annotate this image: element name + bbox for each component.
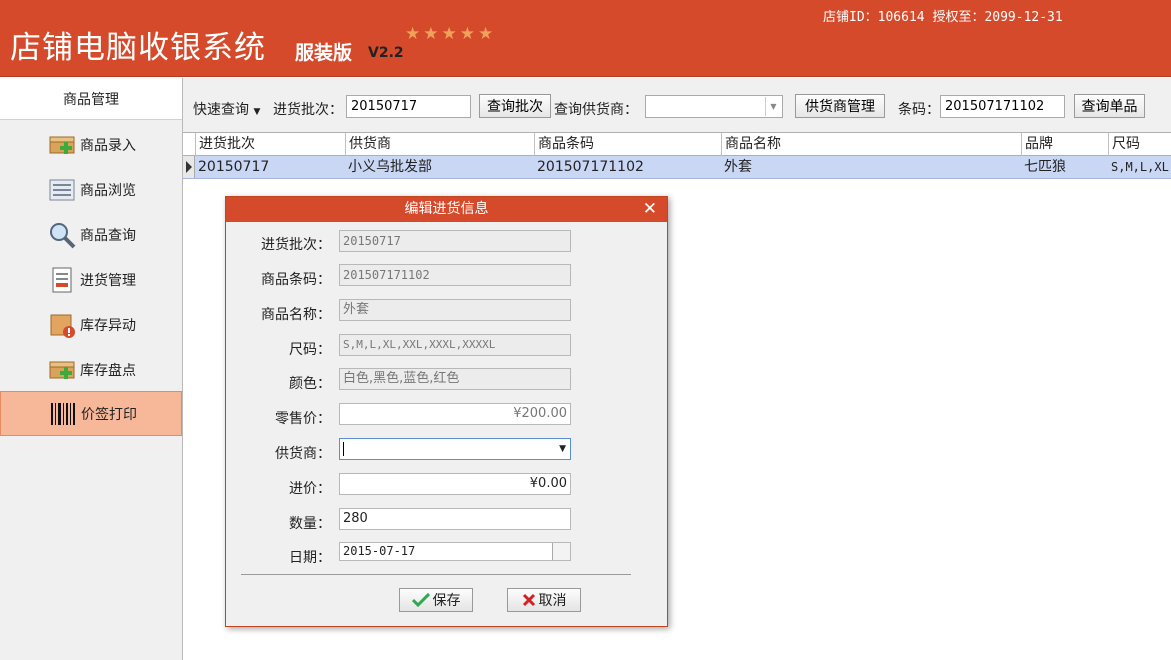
- cell: 20150717: [198, 159, 270, 175]
- cost-price-field[interactable]: ¥0.00: [339, 473, 571, 495]
- query-toolbar: 快速查询 ▼ 进货批次： 查询批次 查询供货商： ▼ 供货商管理 条码： 查询单…: [183, 78, 1171, 132]
- barcode-icon: [51, 402, 75, 425]
- supplier-query-label: 查询供货商：: [554, 102, 638, 118]
- cancel-button[interactable]: 取消: [507, 588, 581, 612]
- date-picker[interactable]: 2015-07-17: [339, 542, 571, 561]
- product-name-field: 外套: [339, 299, 571, 321]
- box-add-icon: [49, 136, 75, 154]
- sidebar-item-label: 商品浏览: [80, 182, 136, 199]
- field-label: 尺码：: [289, 342, 331, 358]
- sidebar-item-label: 库存异动: [80, 317, 136, 334]
- query-item-button[interactable]: 查询单品: [1074, 94, 1145, 118]
- cell: 201507171102: [537, 159, 644, 175]
- quantity-field[interactable]: 280: [339, 508, 571, 530]
- version-label: V2.2: [368, 45, 404, 61]
- field-label: 进价：: [289, 481, 331, 497]
- cell: 小义乌批发部: [348, 159, 432, 175]
- sidebar-item-stock-change[interactable]: 库存异动: [0, 302, 182, 347]
- barcode-label: 条码：: [898, 102, 940, 118]
- color-field: 白色,黑色,蓝色,红色: [339, 368, 571, 390]
- field-label: 商品条码：: [261, 272, 331, 288]
- app-header: 店铺电脑收银系统 服装版 V2.2 ★★★★★ 店铺ID：106614 授权至：…: [0, 0, 1171, 77]
- sidebar-item-label: 价签打印: [81, 406, 137, 423]
- sidebar-item-label: 商品录入: [80, 137, 136, 154]
- sidebar-item-product-entry[interactable]: 商品录入: [0, 122, 182, 167]
- row-indicator-icon: [183, 156, 195, 178]
- shop-info: 店铺ID：106614 授权至：2099-12-31: [823, 10, 1063, 25]
- table-row[interactable]: 20150717 小义乌批发部 201507171102 外套 七匹狼 S,M,…: [183, 156, 1171, 179]
- cell: 七匹狼: [1024, 159, 1066, 175]
- size-field: S,M,L,XL,XXL,XXXL,XXXXL: [339, 334, 571, 356]
- sidebar-item-price-tag[interactable]: 价签打印: [0, 391, 182, 436]
- cell: S,M,L,XL,: [1111, 160, 1171, 174]
- cross-icon: [522, 593, 535, 607]
- date-value: 2015-07-17: [343, 544, 416, 558]
- field-label: 数量：: [289, 516, 331, 532]
- cancel-label: 取消: [538, 593, 567, 609]
- field-label: 零售价：: [275, 411, 331, 427]
- edit-purchase-dialog: 编辑进货信息 ✕ 进货批次： 20150717 商品条码： 2015071711…: [225, 196, 668, 627]
- box-alert-icon: [50, 314, 75, 338]
- dialog-title: 编辑进货信息: [404, 201, 489, 217]
- save-label: 保存: [432, 593, 461, 609]
- field-label: 供货商：: [275, 446, 331, 462]
- batch-input[interactable]: [346, 95, 471, 118]
- field-label: 日期：: [289, 550, 331, 566]
- col-header[interactable]: 进货批次: [195, 133, 345, 156]
- query-batch-button[interactable]: 查询批次: [479, 94, 551, 118]
- col-header[interactable]: 供货商: [345, 133, 534, 156]
- save-button[interactable]: 保存: [399, 588, 473, 612]
- batch-field: 20150717: [339, 230, 571, 252]
- sidebar: 商品管理 商品录入 商品浏览 商品查询 进货管理 库存异动 库存盘点 价签打印: [0, 78, 183, 660]
- sidebar-item-label: 商品查询: [80, 227, 136, 244]
- edition-label: 服装版: [295, 42, 353, 64]
- grid-header: 进货批次 供货商 商品条码 商品名称 品牌 尺码: [183, 132, 1171, 156]
- sidebar-item-stock-count[interactable]: 库存盘点: [0, 347, 182, 392]
- field-label: 商品名称：: [261, 307, 331, 323]
- supplier-select[interactable]: ▼: [645, 95, 783, 118]
- calendar-icon[interactable]: [552, 543, 570, 560]
- supplier-mgmt-button[interactable]: 供货商管理: [795, 94, 885, 118]
- box-add-icon: [49, 361, 75, 379]
- sidebar-item-label: 库存盘点: [80, 362, 136, 379]
- sidebar-item-product-search[interactable]: 商品查询: [0, 212, 182, 257]
- sidebar-item-label: 进货管理: [80, 272, 136, 289]
- cell: 外套: [724, 159, 752, 175]
- sidebar-item-product-browse[interactable]: 商品浏览: [0, 167, 182, 212]
- list-icon: [49, 179, 75, 200]
- batch-label: 进货批次：: [273, 102, 343, 118]
- dialog-title-bar: 编辑进货信息 ✕: [226, 197, 667, 222]
- barcode-field: 201507171102: [339, 264, 571, 286]
- rating-stars: ★★★★★: [405, 24, 497, 44]
- chevron-down-icon: ▼: [765, 97, 781, 116]
- close-icon[interactable]: ✕: [643, 197, 657, 222]
- col-header[interactable]: 品牌: [1021, 133, 1108, 156]
- col-header[interactable]: 尺码: [1108, 133, 1171, 156]
- magnifier-icon: [50, 222, 76, 248]
- dialog-divider: [241, 574, 631, 575]
- col-header[interactable]: 商品名称: [721, 133, 1021, 156]
- quick-query-dropdown[interactable]: 快速查询 ▼: [193, 99, 260, 119]
- caret-down-icon: ▼: [253, 107, 261, 117]
- supplier-dropdown[interactable]: ▼: [339, 438, 571, 460]
- field-label: 进货批次：: [261, 237, 331, 253]
- col-header[interactable]: 商品条码: [534, 133, 721, 156]
- barcode-input[interactable]: [940, 95, 1065, 118]
- chevron-down-icon: ▼: [559, 444, 566, 454]
- sidebar-header[interactable]: 商品管理: [0, 78, 182, 120]
- app-title: 店铺电脑收银系统: [10, 30, 266, 66]
- retail-price-field[interactable]: ¥200.00: [339, 403, 571, 425]
- checkmark-icon: [411, 593, 430, 607]
- field-label: 颜色：: [289, 376, 331, 392]
- text-cursor: [343, 441, 344, 456]
- document-icon: [52, 267, 72, 292]
- sidebar-item-purchase-mgmt[interactable]: 进货管理: [0, 257, 182, 302]
